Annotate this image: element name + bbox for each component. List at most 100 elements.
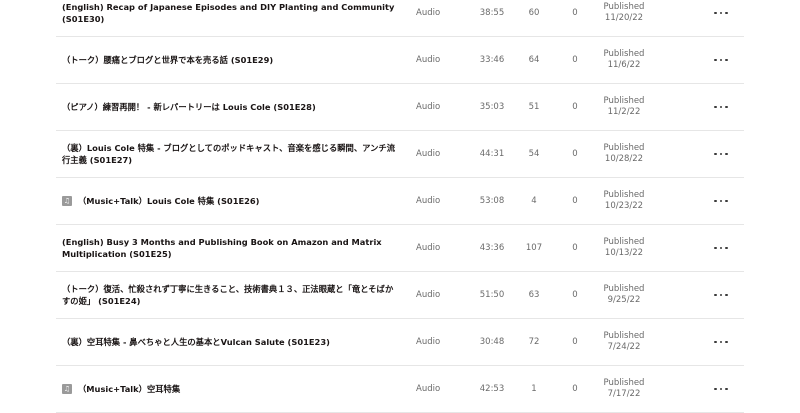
publish-date: 10/28/22 <box>604 154 644 164</box>
episode-title-cell[interactable]: ♫ （Music+Talk）空耳特集 <box>62 366 398 412</box>
episode-plays: 54 <box>528 149 540 159</box>
more-options-button[interactable] <box>706 366 736 412</box>
episode-plays: 107 <box>525 243 543 253</box>
episode-count: 0 <box>572 196 578 206</box>
episode-duration: 42:53 <box>479 384 505 394</box>
publish-status: Published 10/13/22 <box>594 225 654 271</box>
episode-plays: 1 <box>531 384 537 394</box>
table-row[interactable]: ♫ （トーク）腰痛とブログと世界で本を売る話 (S01E29) Audio 33… <box>56 37 744 84</box>
publish-status: Published 10/28/22 <box>594 131 654 177</box>
status-label: Published <box>603 378 645 388</box>
publish-date: 11/6/22 <box>607 60 641 70</box>
publish-status: Published 11/6/22 <box>594 37 654 83</box>
episode-count: 0 <box>572 149 578 159</box>
table-row[interactable]: ♫ （Music+Talk）Louis Cole 特集 (S01E26) Aud… <box>56 178 744 225</box>
episode-type: Audio <box>416 8 441 18</box>
publish-date: 11/20/22 <box>604 13 644 23</box>
episode-duration: 53:08 <box>479 196 505 206</box>
status-label: Published <box>603 96 645 106</box>
status-label: Published <box>603 2 645 12</box>
episode-type: Audio <box>416 149 441 159</box>
publish-date: 7/17/22 <box>607 389 641 399</box>
table-row[interactable]: ♫ （裏）Louis Cole 特集 - ブログとしてのポッドキャスト、音楽を感… <box>56 131 744 178</box>
episode-type: Audio <box>416 243 441 253</box>
publish-status: Published 11/20/22 <box>594 0 654 36</box>
publish-date: 11/2/22 <box>607 107 641 117</box>
table-row[interactable]: ♫ （Music+Talk）空耳特集 Audio 42:53 1 0 Publi… <box>56 366 744 413</box>
episode-plays: 72 <box>528 337 540 347</box>
episode-title: （Music+Talk）空耳特集 <box>78 384 181 394</box>
episode-duration: 35:03 <box>479 102 505 112</box>
publish-status: Published 7/24/22 <box>594 319 654 365</box>
episode-type: Audio <box>416 384 441 394</box>
episode-plays: 60 <box>528 8 540 18</box>
episode-title: （裏）空耳特集 - 鼻べちゃと人生の基本とVulcan Salute (S01E… <box>62 337 330 347</box>
episode-duration: 43:36 <box>479 243 505 253</box>
publish-status: Published 10/23/22 <box>594 178 654 224</box>
more-options-button[interactable] <box>706 319 736 365</box>
more-icon <box>714 340 728 344</box>
table-row[interactable]: ♫ （裏）空耳特集 - 鼻べちゃと人生の基本とVulcan Salute (S0… <box>56 319 744 366</box>
episode-title-cell[interactable]: ♫ （Music+Talk）Louis Cole 特集 (S01E26) <box>62 178 398 224</box>
episode-title: （トーク）腰痛とブログと世界で本を売る話 (S01E29) <box>62 55 274 65</box>
more-icon <box>714 105 728 109</box>
more-options-button[interactable] <box>706 225 736 271</box>
episode-duration: 33:46 <box>479 55 505 65</box>
more-icon <box>714 293 728 297</box>
episode-title: (English) Busy 3 Months and Publishing B… <box>62 237 382 259</box>
status-label: Published <box>603 190 645 200</box>
episode-count: 0 <box>572 55 578 65</box>
episode-title-cell[interactable]: ♫ （裏）Louis Cole 特集 - ブログとしてのポッドキャスト、音楽を感… <box>62 131 398 177</box>
more-icon <box>714 11 728 15</box>
more-icon <box>714 58 728 62</box>
episode-type: Audio <box>416 337 441 347</box>
status-label: Published <box>603 237 645 247</box>
episode-type: Audio <box>416 55 441 65</box>
publish-date: 10/23/22 <box>604 201 644 211</box>
publish-date: 10/13/22 <box>604 248 644 258</box>
more-options-button[interactable] <box>706 37 736 83</box>
publish-status: Published 11/2/22 <box>594 84 654 130</box>
episode-count: 0 <box>572 384 578 394</box>
status-label: Published <box>603 49 645 59</box>
episode-count: 0 <box>572 337 578 347</box>
more-options-button[interactable] <box>706 178 736 224</box>
table-row[interactable]: ♫ （ピアノ）練習再開！ - 新レパートリーは Louis Cole (S01E… <box>56 84 744 131</box>
episode-plays: 51 <box>528 102 540 112</box>
table-row[interactable]: ♫ (English) Recap of Japanese Episodes a… <box>56 0 744 37</box>
more-icon <box>714 246 728 250</box>
episode-title-cell[interactable]: ♫ (English) Recap of Japanese Episodes a… <box>62 0 398 36</box>
more-icon <box>714 387 728 391</box>
episode-count: 0 <box>572 243 578 253</box>
more-options-button[interactable] <box>706 131 736 177</box>
status-label: Published <box>603 143 645 153</box>
more-options-button[interactable] <box>706 84 736 130</box>
table-row[interactable]: ♫ （トーク）復活、忙殺されず丁寧に生きること、技術書典１３、正法眼蔵と「竜とそ… <box>56 272 744 319</box>
episode-title-cell[interactable]: ♫ （トーク）復活、忙殺されず丁寧に生きること、技術書典１３、正法眼蔵と「竜とそ… <box>62 272 398 318</box>
episode-duration: 30:48 <box>479 337 505 347</box>
episode-title: （ピアノ）練習再開！ - 新レパートリーは Louis Cole (S01E28… <box>62 102 316 112</box>
episode-duration: 38:55 <box>479 8 505 18</box>
music-note-icon: ♫ <box>62 196 72 206</box>
episode-type: Audio <box>416 102 441 112</box>
episode-table: ♫ (English) Recap of Japanese Episodes a… <box>56 0 744 413</box>
publish-date: 9/25/22 <box>607 295 641 305</box>
more-options-button[interactable] <box>706 272 736 318</box>
episode-duration: 51:50 <box>479 290 505 300</box>
episode-title-cell[interactable]: ♫ (English) Busy 3 Months and Publishing… <box>62 225 398 271</box>
music-note-icon: ♫ <box>62 384 72 394</box>
episode-type: Audio <box>416 196 441 206</box>
episode-title: （トーク）復活、忙殺されず丁寧に生きること、技術書典１３、正法眼蔵と「竜とそばか… <box>62 284 394 306</box>
episode-title-cell[interactable]: ♫ （裏）空耳特集 - 鼻べちゃと人生の基本とVulcan Salute (S0… <box>62 319 398 365</box>
episode-count: 0 <box>572 8 578 18</box>
episode-title-cell[interactable]: ♫ （トーク）腰痛とブログと世界で本を売る話 (S01E29) <box>62 37 398 83</box>
more-options-button[interactable] <box>706 0 736 36</box>
episode-type: Audio <box>416 290 441 300</box>
episode-title: (English) Recap of Japanese Episodes and… <box>62 2 395 24</box>
episode-plays: 64 <box>528 55 540 65</box>
episode-title-cell[interactable]: ♫ （ピアノ）練習再開！ - 新レパートリーは Louis Cole (S01E… <box>62 84 398 130</box>
status-label: Published <box>603 284 645 294</box>
episode-title: （裏）Louis Cole 特集 - ブログとしてのポッドキャスト、音楽を感じる… <box>62 143 395 165</box>
table-row[interactable]: ♫ (English) Busy 3 Months and Publishing… <box>56 225 744 272</box>
episode-title: （Music+Talk）Louis Cole 特集 (S01E26) <box>78 196 260 206</box>
